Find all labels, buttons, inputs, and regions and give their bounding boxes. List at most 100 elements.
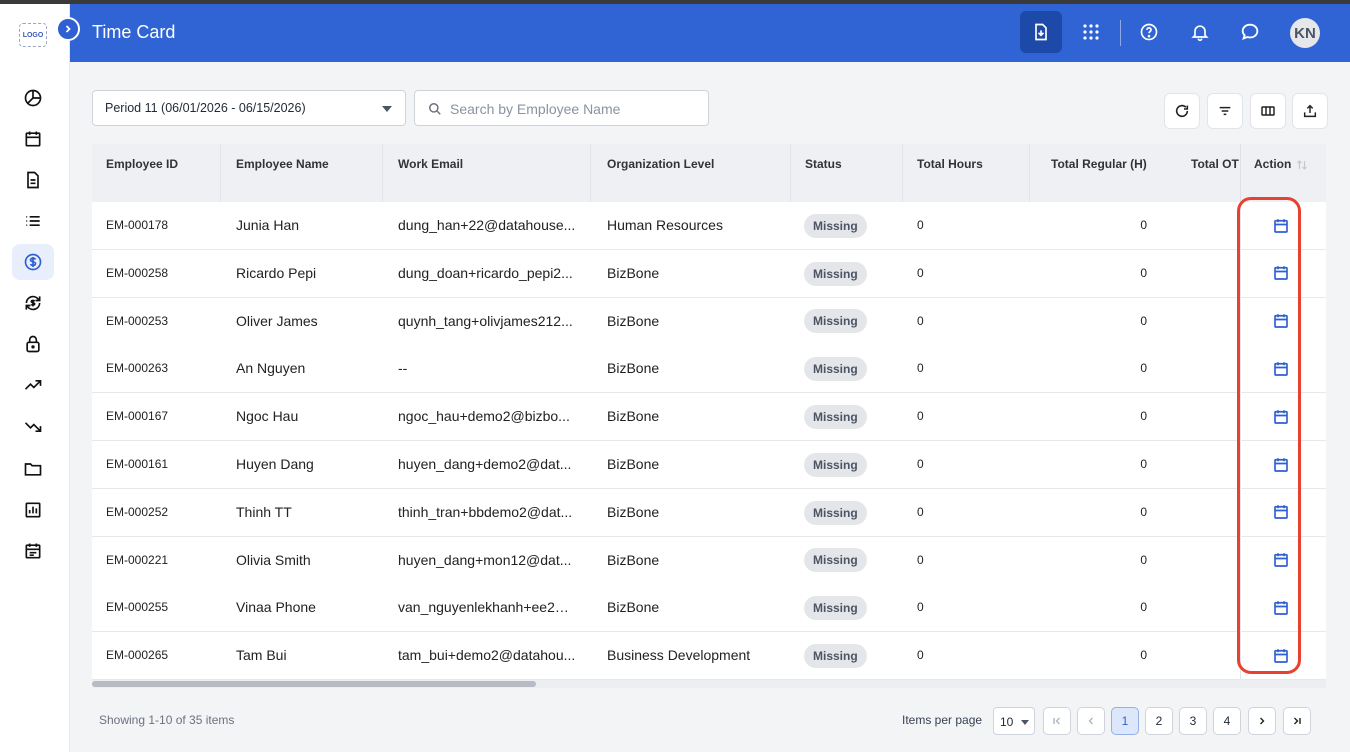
sidebar-item-folders[interactable]: [12, 451, 54, 487]
sidebar-item-security[interactable]: [12, 326, 54, 362]
status-badge: Missing: [804, 213, 867, 238]
view-timecard-button[interactable]: [1240, 297, 1320, 345]
calendar-icon: [1273, 218, 1288, 233]
page-title: Time Card: [92, 22, 176, 42]
view-timecard-button[interactable]: [1240, 584, 1320, 632]
total-hours-cell: 0: [917, 457, 924, 471]
total-hours-cell: 0: [917, 409, 924, 424]
calendar-icon: [1273, 648, 1288, 663]
column-header-employee-id[interactable]: Employee ID: [106, 157, 178, 171]
column-header-status[interactable]: Status: [805, 157, 842, 171]
period-select[interactable]: Period 11 (06/01/2026 - 06/15/2026): [92, 90, 406, 126]
status-badge: Missing: [804, 309, 867, 334]
column-header-organization-level[interactable]: Organization Level: [607, 157, 714, 171]
table-row[interactable]: EM-000221 Olivia Smith huyen_dang+mon12@da…: [92, 536, 1326, 585]
dollar-sync-icon: [25, 295, 41, 311]
export-button[interactable]: [1292, 93, 1328, 129]
employee-id-cell: EM-000161: [106, 457, 169, 471]
view-timecard-button[interactable]: [1240, 393, 1320, 441]
organization-level-cell: BizBone: [607, 360, 660, 377]
header-divider: [1120, 20, 1121, 46]
total-regular-cell: 0: [1140, 218, 1147, 232]
total-hours-cell: 0: [917, 504, 924, 519]
user-avatar[interactable]: KN: [1290, 18, 1320, 48]
table-row[interactable]: EM-000255 Vinaa Phone van_nguyenlekhanh+ee…: [92, 584, 1326, 633]
view-timecard-button[interactable]: [1240, 488, 1320, 536]
last-page-icon: [1294, 717, 1301, 725]
table-row[interactable]: EM-000263 An Nguyen -- BizBone Missing 0 0: [92, 345, 1326, 394]
total-hours-cell: 0: [917, 552, 924, 567]
table-row[interactable]: EM-000252 Thinh TT thinh_tran+bbdemo2@dat.…: [92, 488, 1326, 537]
table-row[interactable]: EM-000258 Ricardo Pepi dung_doan+ricardo_p…: [92, 249, 1326, 298]
chat-button[interactable]: [1229, 11, 1271, 53]
column-header-employee-name[interactable]: Employee Name: [236, 157, 329, 171]
column-header-total-regular[interactable]: Total Regular (H): [1051, 157, 1147, 171]
view-timecard-button[interactable]: [1240, 345, 1320, 393]
items-per-page-select[interactable]: 10: [993, 707, 1035, 735]
page-button-3[interactable]: 3: [1179, 707, 1207, 735]
previous-page-button[interactable]: [1077, 707, 1105, 735]
download-timecard-button[interactable]: [1020, 11, 1062, 53]
sort-icon[interactable]: [1296, 159, 1308, 171]
calendar-icon: [1273, 362, 1288, 376]
sidebar-item-payroll[interactable]: [12, 244, 54, 280]
view-timecard-button[interactable]: [1240, 202, 1320, 249]
sidebar-collapse-button[interactable]: [56, 17, 80, 41]
table-row[interactable]: EM-000265 Tam Bui tam_bui+demo2@datahou...…: [92, 632, 1326, 680]
sidebar-item-decline[interactable]: [12, 409, 54, 445]
sidebar-item-list[interactable]: [12, 203, 54, 239]
work-email-cell: quynh_tang+olivjames212...: [398, 312, 573, 329]
last-page-button[interactable]: [1283, 707, 1311, 735]
column-header-action[interactable]: Action: [1254, 157, 1291, 171]
employee-name-cell: Thinh TT: [236, 503, 292, 520]
status-badge: Missing: [804, 596, 867, 621]
apps-menu-button[interactable]: [1070, 11, 1112, 53]
total-hours-cell: 0: [917, 648, 924, 663]
view-timecard-button[interactable]: [1240, 441, 1320, 488]
schedule-icon: [25, 543, 41, 559]
view-timecard-button[interactable]: [1240, 249, 1320, 297]
horizontal-scrollbar-thumb[interactable]: [92, 681, 536, 687]
table-row[interactable]: EM-000253 Oliver James quynh_tang+olivjame…: [92, 297, 1326, 346]
search-input[interactable]: [450, 99, 700, 119]
status-cell: Missing: [804, 489, 867, 536]
help-button[interactable]: [1128, 11, 1170, 53]
notifications-button[interactable]: [1179, 11, 1221, 53]
columns-icon: [1261, 106, 1275, 116]
table-header: Employee ID Employee Name Work Email Org…: [92, 144, 1326, 202]
next-page-button[interactable]: [1248, 707, 1276, 735]
status-badge: Missing: [804, 500, 867, 525]
sidebar-item-dashboard[interactable]: [12, 80, 54, 116]
chevron-down-icon: [1021, 720, 1029, 725]
calendar-icon: [1273, 266, 1288, 281]
page-button-1[interactable]: 1: [1111, 707, 1139, 735]
page-button-4[interactable]: 4: [1213, 707, 1241, 735]
columns-button[interactable]: [1250, 93, 1286, 129]
table-row[interactable]: EM-000167 Ngoc Hau ngoc_hau+demo2@bizbo...…: [92, 393, 1326, 442]
sidebar-item-payment-cycle[interactable]: [12, 285, 54, 321]
view-timecard-button[interactable]: [1240, 632, 1320, 680]
column-header-work-email[interactable]: Work Email: [398, 157, 463, 171]
items-per-page-label: Items per page: [902, 713, 983, 727]
column-header-total-ot[interactable]: Total OT: [1191, 157, 1239, 171]
sidebar-item-calendar[interactable]: [12, 121, 54, 157]
chevron-down-icon: [382, 106, 392, 112]
work-email-cell: huyen_dang+mon12@dat...: [398, 551, 572, 568]
refresh-button[interactable]: [1164, 93, 1200, 129]
help-icon: [1140, 23, 1158, 41]
table-row[interactable]: EM-000161 Huyen Dang huyen_dang+demo2@dat.…: [92, 441, 1326, 489]
view-timecard-button[interactable]: [1240, 536, 1320, 584]
page-button-2[interactable]: 2: [1145, 707, 1173, 735]
employee-search[interactable]: [414, 90, 709, 126]
sidebar-item-growth[interactable]: [12, 367, 54, 403]
first-page-button[interactable]: [1043, 707, 1071, 735]
trending-up-icon: [24, 380, 42, 390]
filter-button[interactable]: [1207, 93, 1243, 129]
sidebar-item-documents[interactable]: [12, 162, 54, 198]
status-cell: Missing: [804, 345, 867, 392]
sidebar-item-schedule[interactable]: [12, 533, 54, 569]
column-header-total-hours[interactable]: Total Hours: [917, 157, 983, 171]
status-badge: Missing: [804, 452, 867, 477]
sidebar-item-reports[interactable]: [12, 492, 54, 528]
table-row[interactable]: EM-000178 Junia Han dung_han+22@datahouse.…: [92, 202, 1326, 250]
